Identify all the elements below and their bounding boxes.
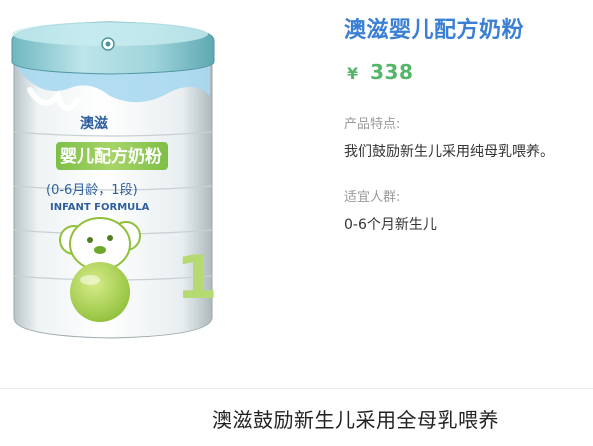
audience-label: 适宜人群: [344,190,401,205]
features-label: 产品特点: [344,117,401,132]
currency-symbol: ¥ [347,64,359,83]
caption: 澳滋鼓励新生儿采用全母乳喂养 [212,408,499,432]
product-image: 1 澳滋 婴儿配方奶粉 (0-6月龄，1段) INFANT FORMULA [0,0,235,350]
can-stage-number: 1 [176,243,218,313]
product-page: 1 澳滋 婴儿配方奶粉 (0-6月龄，1段) INFANT FORMULA 澳滋… [0,0,593,446]
can-brand: 澳滋 [80,115,108,132]
divider [0,388,593,389]
formula-can-illustration: 1 澳滋 婴儿配方奶粉 (0-6月龄，1段) INFANT FORMULA [11,21,218,339]
can-product-name: 婴儿配方奶粉 [60,146,162,167]
features-text: 我们鼓励新生儿采用纯母乳喂养。 [344,144,554,160]
can-stage-text: (0-6月龄，1段) [46,183,138,198]
product-title: 澳滋婴儿配方奶粉 [344,18,525,43]
price: ¥338 [347,60,413,84]
audience-text: 0-6个月新生儿 [344,217,437,233]
can-english-name: INFANT FORMULA [50,202,150,213]
price-amount: 338 [370,60,414,84]
